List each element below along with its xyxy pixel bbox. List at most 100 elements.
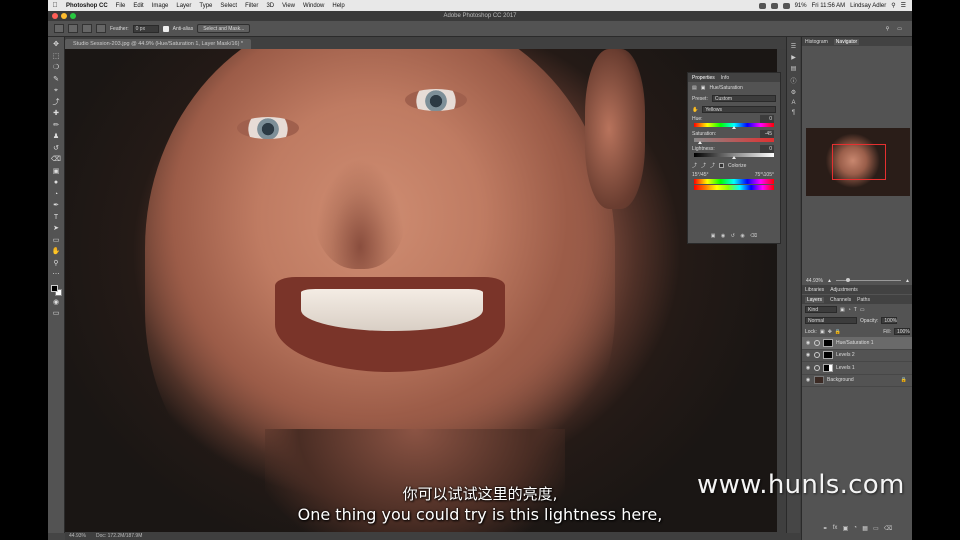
adjustments-panel-icon[interactable]: ▤	[791, 65, 797, 72]
visibility-eye-icon[interactable]: ◉	[805, 352, 811, 358]
menu-3d[interactable]: 3D	[262, 3, 278, 9]
lock-all-icon[interactable]: 🔒	[835, 329, 841, 335]
zoom-tool-icon[interactable]: ⚲	[51, 260, 62, 269]
layer-mask-icon[interactable]: ▣	[701, 85, 706, 91]
lock-position-icon[interactable]: ✥	[828, 329, 832, 335]
new-layer-icon[interactable]: ▭	[873, 525, 879, 532]
channel-select[interactable]: Yellows	[702, 106, 776, 113]
color-range-bar-bottom[interactable]	[694, 185, 774, 190]
layer-mask-thumbnail[interactable]	[823, 363, 833, 372]
navigator-view-box[interactable]	[832, 144, 886, 180]
more-tools-icon[interactable]: ⋯	[51, 271, 62, 280]
shape-tool-icon[interactable]: ▭	[51, 237, 62, 246]
clip-to-layer-icon[interactable]: ▣	[711, 233, 716, 241]
menu-view[interactable]: View	[278, 3, 299, 9]
reset-icon[interactable]: ↺	[731, 233, 735, 241]
hand-tool-icon[interactable]: ✋	[51, 248, 62, 257]
delete-adjustment-icon[interactable]: ⌫	[750, 233, 757, 241]
zoom-window-icon[interactable]	[70, 13, 76, 19]
minimize-window-icon[interactable]	[61, 13, 67, 19]
tab-info[interactable]: Info	[721, 75, 729, 81]
image-canvas[interactable]	[65, 49, 777, 532]
healing-brush-icon[interactable]: ✚	[51, 110, 62, 119]
menu-layer[interactable]: Layer	[172, 3, 195, 9]
volume-icon[interactable]	[782, 2, 790, 9]
fill-input[interactable]: 100%	[894, 328, 910, 335]
filter-adjustment-icon[interactable]: ◔	[848, 307, 851, 313]
new-selection-icon[interactable]	[68, 24, 78, 33]
screen-mode-icon[interactable]: ▭	[51, 310, 62, 319]
saturation-input[interactable]: -45	[760, 130, 774, 138]
preset-select[interactable]: Custom	[711, 95, 776, 102]
view-previous-icon[interactable]: ◉	[721, 233, 725, 241]
layer-name[interactable]: Background	[827, 377, 854, 383]
type-tool-icon[interactable]: T	[51, 214, 62, 223]
hue-input[interactable]: 0	[760, 115, 774, 123]
lasso-tool-icon[interactable]: ❍	[51, 64, 62, 73]
background-layer-thumbnail[interactable]	[814, 376, 824, 385]
layer-mask-thumbnail[interactable]	[823, 338, 833, 347]
new-adjustment-icon[interactable]: ◔	[853, 525, 857, 532]
eyedropper-icon[interactable]: ⤴	[692, 162, 697, 169]
lasso-tool-preset-icon[interactable]	[54, 24, 64, 33]
navigator-thumbnail[interactable]	[806, 128, 910, 196]
crop-tool-icon[interactable]: ⌖	[51, 87, 62, 96]
quick-select-tool-icon[interactable]: ✎	[51, 76, 62, 85]
new-group-icon[interactable]: ▦	[862, 525, 868, 532]
layer-row-levels-2[interactable]: ◉ Levels 2	[802, 350, 912, 362]
feather-input[interactable]: 0 px	[132, 24, 159, 33]
subtract-selection-icon[interactable]	[96, 24, 106, 33]
tab-adjustments[interactable]: Adjustments	[830, 287, 858, 293]
filter-pixel-icon[interactable]: ▣	[840, 307, 845, 313]
select-and-mask-button[interactable]: Select and Mask...	[197, 24, 251, 33]
tab-layers[interactable]: Layers	[805, 296, 825, 303]
tab-channels[interactable]: Channels	[830, 297, 851, 303]
battery-percent[interactable]: 91%	[795, 3, 807, 9]
workspace-icon[interactable]: ▭	[897, 26, 902, 32]
history-panel-icon[interactable]: ☰	[791, 43, 796, 50]
filter-type-icon[interactable]: T	[854, 307, 857, 313]
wifi-icon[interactable]	[770, 2, 778, 9]
saturation-slider[interactable]	[694, 138, 774, 144]
link-layers-icon[interactable]: ⚭	[823, 525, 828, 532]
menu-image[interactable]: Image	[148, 3, 173, 9]
quick-mask-icon[interactable]: ◉	[51, 299, 62, 308]
actions-panel-icon[interactable]: ▶	[791, 54, 796, 61]
eraser-tool-icon[interactable]: ⌫	[51, 156, 62, 165]
kind-filter-select[interactable]: Kind	[805, 306, 837, 313]
layer-style-icon[interactable]: fx	[833, 525, 838, 532]
notification-center-icon[interactable]: ☰	[901, 2, 906, 9]
filter-shape-icon[interactable]: ▭	[860, 307, 865, 313]
paragraph-panel-icon[interactable]: ¶	[792, 110, 795, 116]
close-window-icon[interactable]	[52, 13, 58, 19]
targeted-adjustment-hand-icon[interactable]: ✋	[692, 107, 698, 113]
menu-type[interactable]: Type	[195, 3, 216, 9]
dodge-tool-icon[interactable]: ◔	[51, 191, 62, 200]
menu-app-name[interactable]: Photoshop CC	[62, 3, 112, 9]
visibility-icon[interactable]: ◉	[740, 233, 744, 241]
eyedropper-tool-icon[interactable]: ⤴	[51, 99, 62, 108]
lightness-slider-thumb[interactable]	[732, 156, 737, 159]
clock[interactable]: Fri 11:56 AM	[812, 3, 846, 9]
lightness-slider[interactable]	[694, 153, 774, 159]
tab-paths[interactable]: Paths	[857, 297, 870, 303]
document-tab[interactable]: Studio Session-203.jpg @ 44.9% (Hue/Satu…	[65, 39, 252, 49]
eyedropper-plus-icon[interactable]: ⤴	[701, 162, 706, 169]
hue-slider-thumb[interactable]	[732, 126, 737, 129]
layer-row-levels-1[interactable]: ◉ Levels 1	[802, 362, 912, 375]
menu-window[interactable]: Window	[299, 3, 328, 9]
tab-navigator[interactable]: Navigator	[833, 38, 860, 45]
doc-size-readout[interactable]: Doc: 172.2M/187.9M	[96, 533, 142, 539]
layer-row-background[interactable]: ◉ Background 🔒	[802, 375, 912, 387]
tab-histogram[interactable]: Histogram	[805, 39, 828, 45]
color-swatches[interactable]	[50, 284, 62, 296]
creative-cloud-icon[interactable]	[758, 2, 766, 9]
foreground-color-swatch[interactable]	[50, 284, 58, 292]
gradient-tool-icon[interactable]: ▣	[51, 168, 62, 177]
lock-pixels-icon[interactable]: ▣	[820, 329, 825, 335]
blend-mode-select[interactable]: Normal	[805, 317, 857, 324]
layer-row-hue-saturation[interactable]: ◉ Hue/Saturation 1	[802, 337, 912, 350]
menu-file[interactable]: File	[112, 3, 130, 9]
character-panel-icon[interactable]: A	[791, 100, 795, 106]
layer-name[interactable]: Hue/Saturation 1	[836, 340, 874, 346]
